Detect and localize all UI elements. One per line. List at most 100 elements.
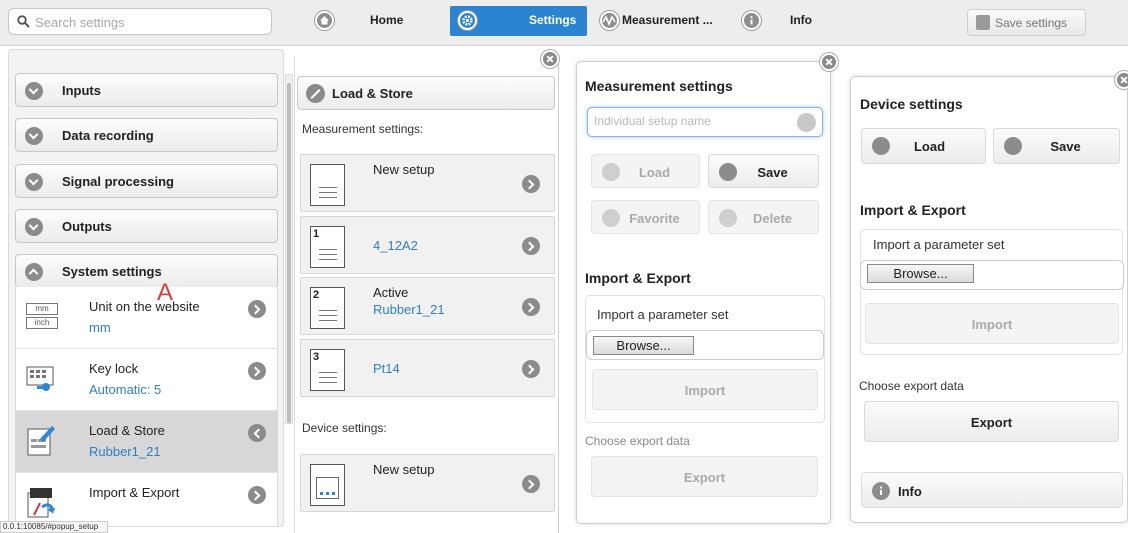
chevron-right-icon	[522, 298, 540, 316]
section-outputs[interactable]: Outputs	[15, 209, 278, 243]
load-store-header: Load & Store	[297, 76, 555, 110]
delete-label: Delete	[752, 211, 793, 226]
setup-1[interactable]: 1 4_12A2	[300, 216, 555, 274]
search-input[interactable]	[35, 12, 265, 32]
device-load-button[interactable]: Load	[861, 128, 986, 164]
file-upload-field[interactable]: Browse...	[586, 330, 824, 360]
waveform-icon	[600, 11, 619, 30]
save-settings-label: Save settings	[995, 16, 1068, 30]
device-setup-new[interactable]: New setup	[300, 454, 555, 512]
tab-measurement-label: Measurement ...	[622, 13, 713, 27]
export-label: Export	[683, 470, 726, 485]
top-bar: Home Settings Measurement ... Info Save …	[0, 0, 1128, 46]
import-group: Import a parameter set Browse... Import	[860, 229, 1124, 355]
setup-title: New setup	[373, 462, 435, 477]
delete-button[interactable]: Delete	[708, 200, 819, 234]
save-settings-button[interactable]: Save settings	[967, 9, 1086, 36]
export-button[interactable]: Export	[864, 401, 1119, 442]
setup-title: New setup	[373, 162, 435, 177]
save-label: Save	[1050, 139, 1081, 154]
item-value: Rubber1_21	[89, 444, 161, 459]
sidebar-scrollbar[interactable]	[285, 74, 293, 424]
setup-2-active[interactable]: 2 Active Rubber1_21	[300, 277, 555, 335]
import-export-icon	[26, 485, 58, 521]
device-settings-popup: Device settings Load Save Import & Expor…	[850, 71, 1128, 523]
document-icon	[310, 164, 345, 206]
favorite-button[interactable]: Favorite	[591, 200, 700, 234]
save-button[interactable]: Save	[708, 154, 819, 188]
info-row[interactable]: Info	[861, 472, 1123, 508]
chevron-down-icon	[25, 127, 43, 145]
import-label: Import	[971, 317, 1013, 332]
import-button[interactable]: Import	[865, 303, 1119, 344]
load-button[interactable]: Load	[591, 154, 700, 188]
browse-button[interactable]: Browse...	[867, 264, 974, 283]
document-edit-icon	[26, 423, 58, 459]
section-data-recording[interactable]: Data recording	[15, 118, 278, 152]
favorite-label: Favorite	[629, 211, 680, 226]
home-icon	[315, 11, 334, 30]
setup-3[interactable]: 3 Pt14	[300, 339, 555, 397]
setup-number: 1	[313, 228, 320, 240]
chevron-up-icon	[25, 263, 43, 281]
chevron-right-icon	[522, 475, 540, 493]
close-icon[interactable]	[541, 50, 559, 68]
section-inputs-label: Inputs	[62, 83, 101, 98]
section-signal-processing-label: Signal processing	[62, 174, 174, 189]
item-title: Unit on the website	[89, 299, 200, 314]
setup-name: 4_12A2	[373, 238, 418, 253]
setup-number: 2	[313, 289, 320, 301]
section-system-settings[interactable]: System settings	[15, 254, 278, 288]
import-param-label: Import a parameter set	[873, 237, 1005, 252]
pencil-icon	[306, 84, 325, 103]
tab-home[interactable]: Home	[307, 6, 443, 36]
measurement-settings-title: Measurement settings	[585, 78, 733, 94]
status-url: 0.0.1:10085/#popup_setup	[0, 521, 108, 533]
item-title: Key lock	[89, 361, 139, 376]
tab-settings-label: Settings	[529, 13, 577, 27]
browse-button[interactable]: Browse...	[593, 336, 694, 355]
setup-new[interactable]: New setup	[300, 154, 555, 212]
scrollbar-thumb[interactable]	[287, 83, 291, 423]
import-button[interactable]: Import	[592, 369, 818, 410]
import-label: Import	[684, 383, 726, 398]
search-box[interactable]	[8, 8, 272, 35]
device-save-button[interactable]: Save	[993, 128, 1120, 164]
device-settings-title: Device settings	[860, 96, 963, 112]
export-button[interactable]: Export	[591, 456, 818, 497]
chevron-down-icon	[25, 218, 43, 236]
setup-status: Active	[373, 285, 409, 300]
file-upload-field[interactable]: Browse...	[860, 260, 1124, 290]
list-item-import-export[interactable]: Import & Export	[16, 473, 277, 526]
import-export-title: Import & Export	[585, 270, 691, 286]
load-store-title: Load & Store	[332, 86, 413, 101]
setup-name-input[interactable]	[594, 114, 790, 128]
section-inputs[interactable]: Inputs	[15, 73, 278, 107]
close-icon[interactable]	[1115, 71, 1128, 89]
pencil-icon[interactable]	[797, 113, 816, 132]
export-label: Export	[970, 415, 1013, 430]
tab-info[interactable]: Info	[738, 6, 844, 36]
save-label: Save	[757, 165, 788, 180]
system-settings-list: mm inch Unit on the website mm Key lock …	[15, 287, 278, 526]
close-icon[interactable]	[820, 53, 838, 71]
measurement-settings-popup: Measurement settings Load Save Favorite …	[576, 53, 838, 524]
section-signal-processing[interactable]: Signal processing	[15, 164, 278, 198]
device-icon	[310, 464, 345, 506]
search-icon	[17, 15, 30, 28]
list-item-load-store[interactable]: Load & Store Rubber1_21	[16, 411, 277, 473]
keyboard-key-icon	[26, 361, 58, 397]
document-icon: 1	[310, 226, 345, 268]
load-label: Load	[638, 165, 671, 180]
chevron-right-icon	[522, 175, 540, 193]
load-label: Load	[913, 139, 946, 154]
device-settings-label: Device settings:	[302, 421, 387, 435]
tab-measurement[interactable]: Measurement ...	[595, 6, 735, 36]
setup-name: Pt14	[373, 361, 400, 376]
chevron-left-icon	[248, 424, 266, 442]
list-item-key-lock[interactable]: Key lock Automatic: 5	[16, 349, 277, 411]
tab-settings[interactable]: Settings	[450, 6, 587, 36]
setup-name-field[interactable]	[587, 107, 823, 137]
list-item-unit-on-website[interactable]: mm inch Unit on the website mm	[16, 287, 277, 349]
info-icon	[872, 482, 890, 500]
